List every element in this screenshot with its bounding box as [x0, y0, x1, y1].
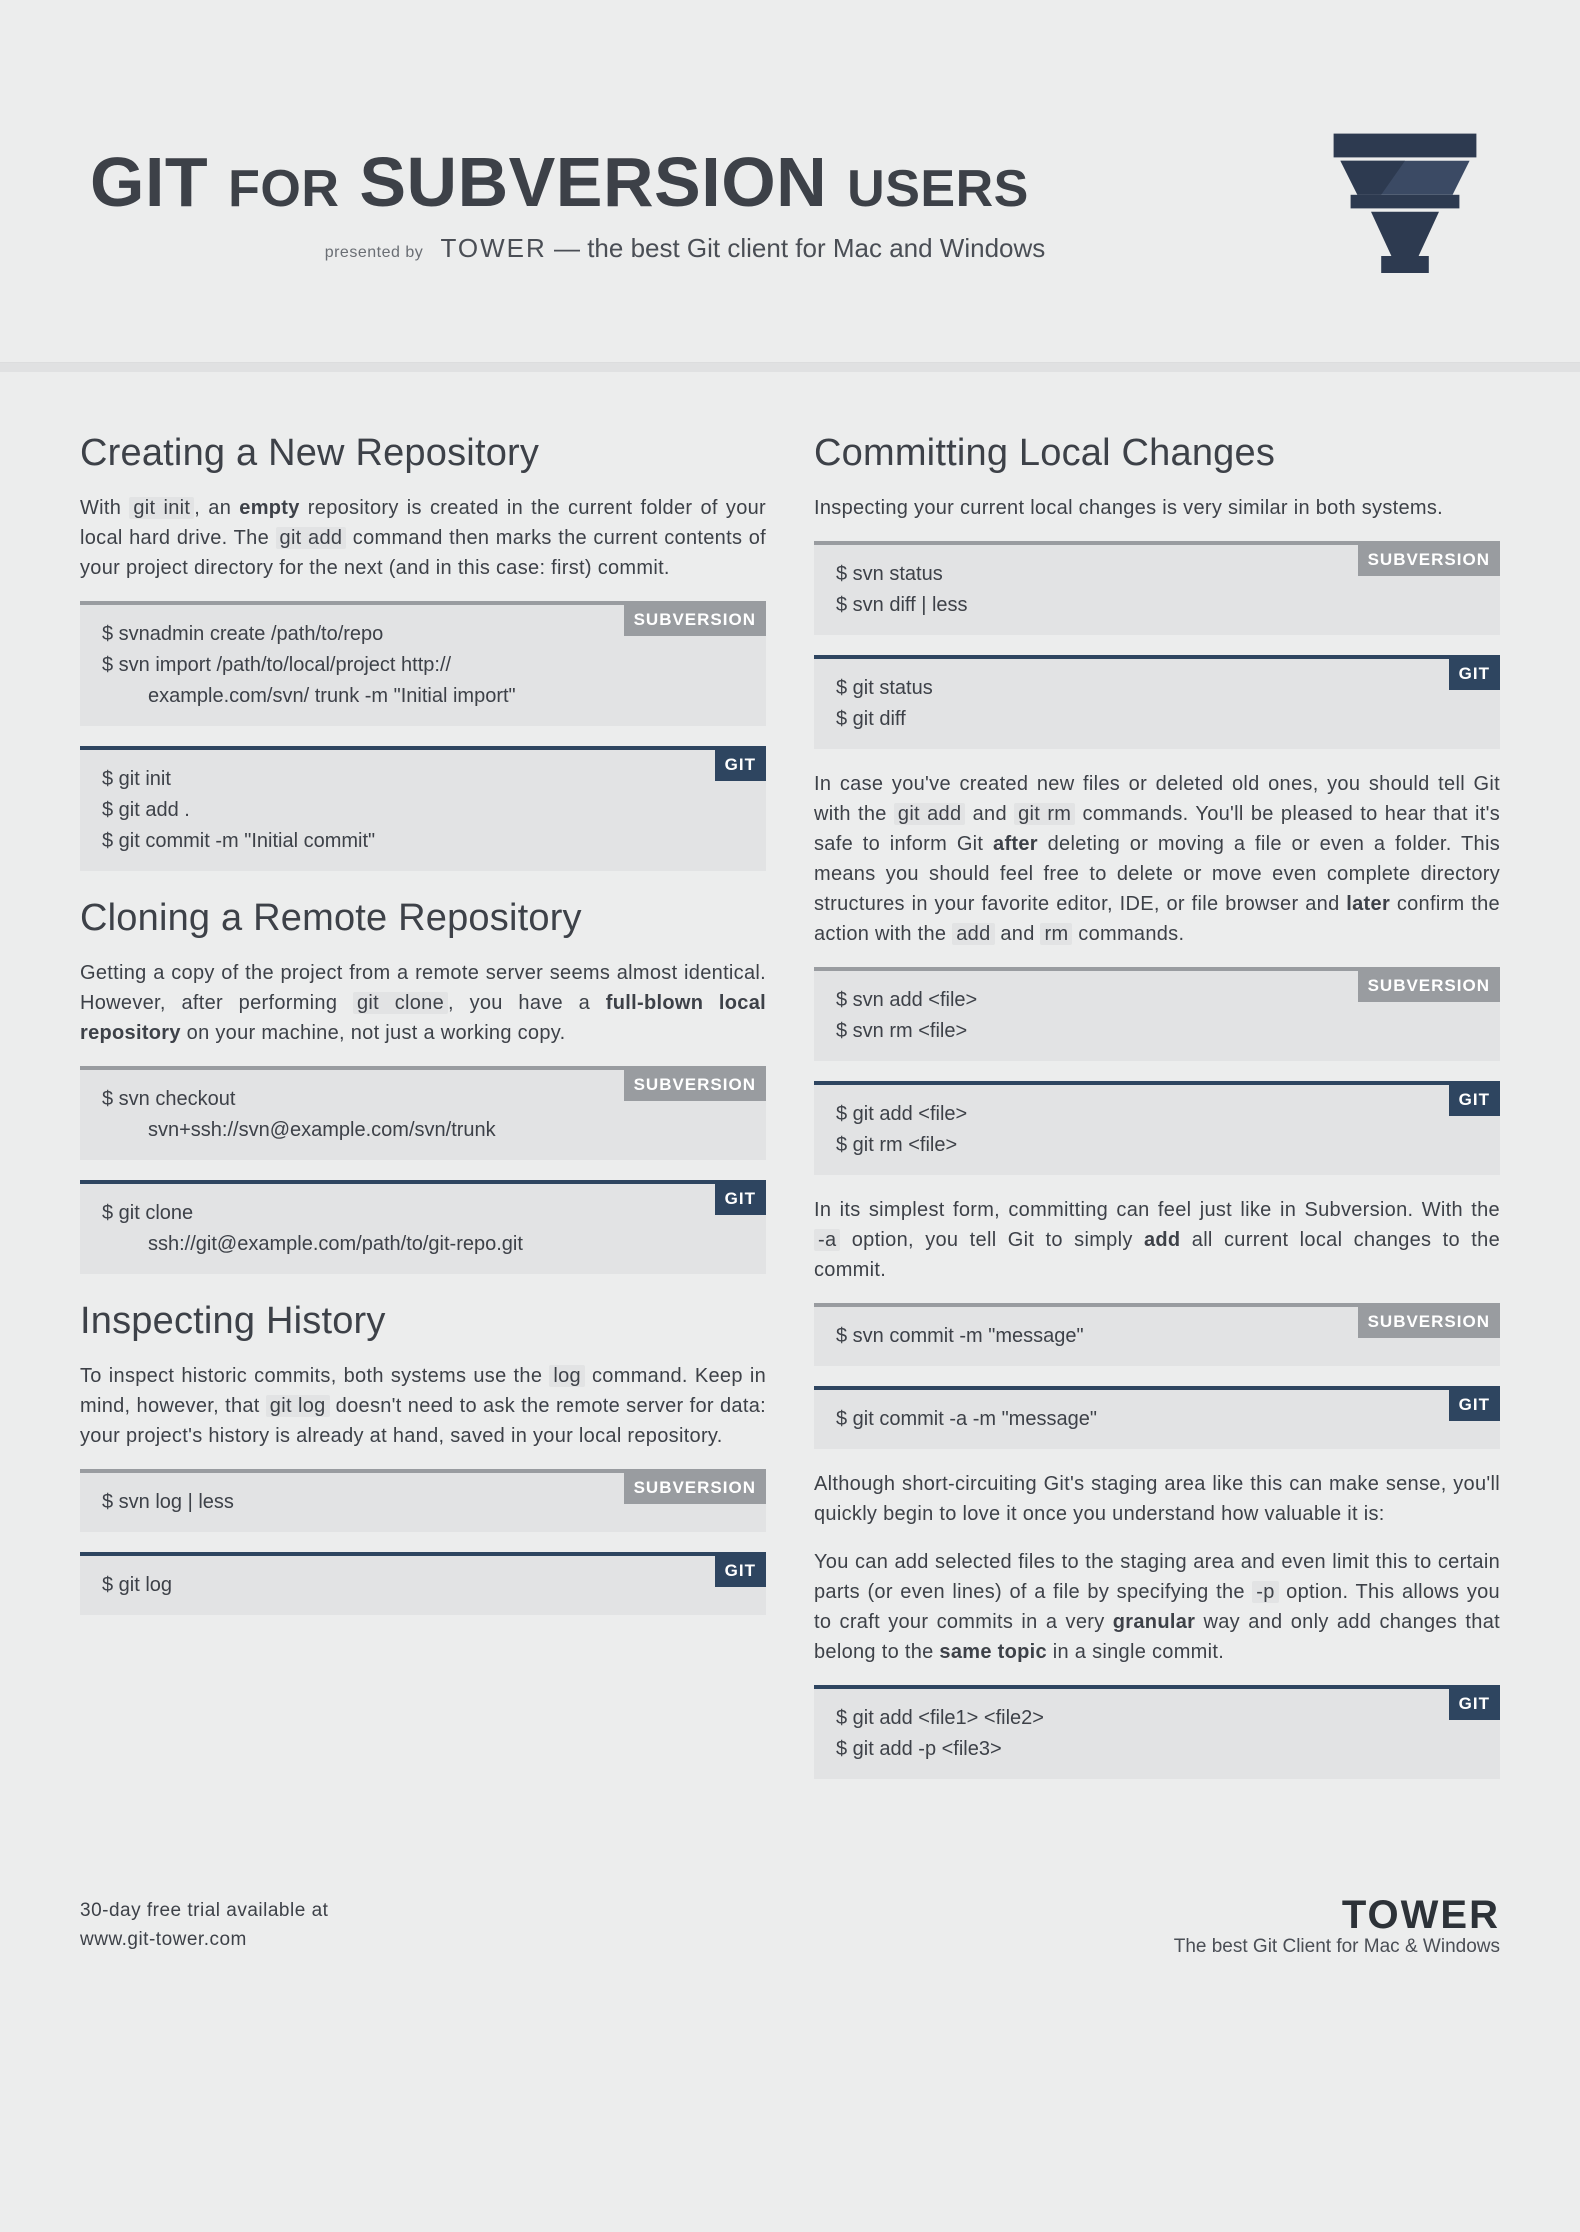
code-line: $ git commit -a -m "message"	[836, 1404, 1482, 1435]
code-line: $ git commit -m "Initial commit"	[102, 826, 748, 857]
inline-code: -p	[1252, 1581, 1278, 1603]
inline-code: log	[549, 1365, 585, 1387]
code-block-svn: SUBVERSION $ svnadmin create /path/to/re…	[80, 601, 766, 726]
code-line: example.com/svn/ trunk -m "Initial impor…	[102, 681, 748, 712]
git-badge: GIT	[715, 1184, 766, 1215]
svn-badge: SUBVERSION	[1358, 545, 1500, 576]
title-word: SUBVERSION	[359, 143, 827, 221]
code-block-git: GIT $ git status $ git diff	[814, 655, 1500, 749]
hero-subtitle: presented by TOWER — the best Git client…	[90, 233, 1280, 264]
title-word: FOR	[228, 160, 339, 218]
body-text: In its simplest form, committing can fee…	[814, 1195, 1500, 1285]
title-word: USERS	[847, 160, 1029, 218]
code-line: $ git add <file>	[836, 1099, 1482, 1130]
section-title: Inspecting History	[80, 1300, 766, 1343]
body-text: Getting a copy of the project from a rem…	[80, 958, 766, 1048]
trial-url: www.git-tower.com	[80, 1926, 328, 1955]
inline-code: git clone	[353, 992, 448, 1014]
code-line: $ git add -p <file3>	[836, 1734, 1482, 1765]
body-text: Inspecting your current local changes is…	[814, 493, 1500, 523]
body-text: In case you've created new files or dele…	[814, 769, 1500, 949]
git-badge: GIT	[715, 750, 766, 781]
code-block-git: GIT $ git clone ssh://git@example.com/pa…	[80, 1180, 766, 1274]
code-line: $ git init	[102, 764, 748, 795]
body-text: With git init, an empty repository is cr…	[80, 493, 766, 583]
svn-badge: SUBVERSION	[624, 1473, 766, 1504]
inline-code: git init	[129, 497, 194, 519]
right-column: Committing Local Changes Inspecting your…	[814, 432, 1500, 1799]
code-line: $ git log	[102, 1570, 748, 1601]
section-title: Creating a New Repository	[80, 432, 766, 475]
git-badge: GIT	[1449, 659, 1500, 690]
svn-badge: SUBVERSION	[624, 1070, 766, 1101]
footer-tower-name: TOWER	[1174, 1893, 1500, 1938]
svn-badge: SUBVERSION	[1358, 1307, 1500, 1338]
svn-badge: SUBVERSION	[624, 605, 766, 636]
code-line: $ git clone	[102, 1198, 748, 1229]
svn-badge: SUBVERSION	[1358, 971, 1500, 1002]
code-line: $ git diff	[836, 704, 1482, 735]
content-columns: Creating a New Repository With git init,…	[0, 372, 1580, 1849]
tower-logo-icon	[1320, 120, 1490, 290]
section-title: Committing Local Changes	[814, 432, 1500, 475]
git-badge: GIT	[1449, 1390, 1500, 1421]
code-block-svn: SUBVERSION $ svn commit -m "message"	[814, 1303, 1500, 1366]
git-badge: GIT	[1449, 1689, 1500, 1720]
inline-code: add	[952, 923, 994, 945]
inline-code: git rm	[1014, 803, 1075, 825]
code-line: $ git add .	[102, 795, 748, 826]
footer: 30-day free trial available at www.git-t…	[0, 1849, 1580, 2018]
footer-tower-tagline: The best Git Client for Mac & Windows	[1174, 1936, 1500, 1958]
inline-code: rm	[1040, 923, 1072, 945]
git-badge: GIT	[1449, 1085, 1500, 1116]
presented-by-label: presented by	[325, 244, 424, 261]
code-line: ssh://git@example.com/path/to/git-repo.g…	[102, 1229, 748, 1260]
hero-divider	[0, 362, 1580, 372]
code-block-git: GIT $ git log	[80, 1552, 766, 1615]
body-text: Although short-circuiting Git's staging …	[814, 1469, 1500, 1529]
code-line: $ git add <file1> <file2>	[836, 1703, 1482, 1734]
code-block-svn: SUBVERSION $ svn checkout svn+ssh://svn@…	[80, 1066, 766, 1160]
inline-code: -a	[814, 1229, 840, 1251]
hero: GIT FOR SUBVERSION USERS presented by TO…	[0, 0, 1580, 362]
body-text: To inspect historic commits, both system…	[80, 1361, 766, 1451]
page-title: GIT FOR SUBVERSION USERS	[90, 147, 1280, 217]
code-block-git: GIT $ git commit -a -m "message"	[814, 1386, 1500, 1449]
inline-code: git log	[266, 1395, 330, 1417]
left-column: Creating a New Repository With git init,…	[80, 432, 766, 1799]
hero-text: GIT FOR SUBVERSION USERS presented by TO…	[90, 147, 1280, 264]
code-block-git: GIT $ git init $ git add . $ git commit …	[80, 746, 766, 871]
code-line: $ svn diff | less	[836, 590, 1482, 621]
code-line: svn+ssh://svn@example.com/svn/trunk	[102, 1115, 748, 1146]
tower-name: TOWER	[440, 233, 546, 263]
git-badge: GIT	[715, 1556, 766, 1587]
code-block-svn: SUBVERSION $ svn add <file> $ svn rm <fi…	[814, 967, 1500, 1061]
code-block-svn: SUBVERSION $ svn log | less	[80, 1469, 766, 1532]
code-line: $ git status	[836, 673, 1482, 704]
tagline: — the best Git client for Mac and Window…	[547, 233, 1046, 263]
footer-tower: TOWER The best Git Client for Mac & Wind…	[1174, 1893, 1500, 1958]
section-title: Cloning a Remote Repository	[80, 897, 766, 940]
code-block-svn: SUBVERSION $ svn status $ svn diff | les…	[814, 541, 1500, 635]
code-block-git: GIT $ git add <file> $ git rm <file>	[814, 1081, 1500, 1175]
code-block-git: GIT $ git add <file1> <file2> $ git add …	[814, 1685, 1500, 1779]
code-line: $ svn rm <file>	[836, 1016, 1482, 1047]
body-text: You can add selected files to the stagin…	[814, 1547, 1500, 1667]
trial-line: 30-day free trial available at	[80, 1897, 328, 1926]
title-word: GIT	[90, 143, 208, 221]
code-line: $ git rm <file>	[836, 1130, 1482, 1161]
code-line: $ svn import /path/to/local/project http…	[102, 650, 748, 681]
trial-info: 30-day free trial available at www.git-t…	[80, 1897, 328, 1954]
inline-code: git add	[894, 803, 966, 825]
inline-code: git add	[276, 527, 347, 549]
